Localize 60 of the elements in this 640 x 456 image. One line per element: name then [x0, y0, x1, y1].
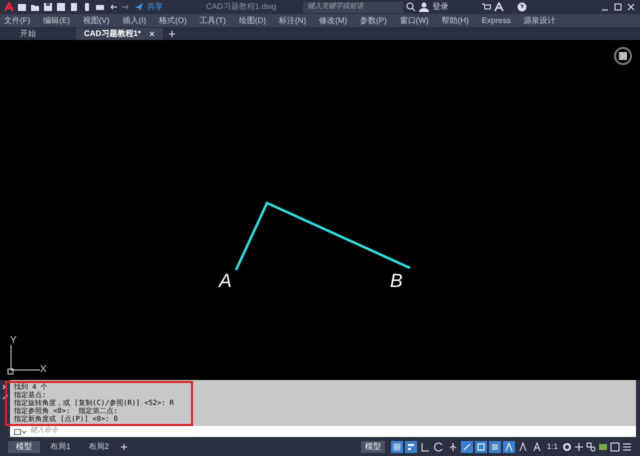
point-label: B [390, 270, 403, 294]
wrench-icon[interactable] [2, 394, 8, 400]
grid-icon[interactable] [390, 440, 403, 452]
snap-icon[interactable] [404, 440, 417, 452]
polar-icon[interactable] [432, 440, 445, 452]
scale-button[interactable]: 1:1 [544, 440, 560, 452]
menu-item[interactable]: 视图(V) [82, 14, 110, 26]
menu-item[interactable]: 文件(F) [4, 14, 30, 26]
menu-icon[interactable] [622, 442, 632, 452]
menu-item[interactable]: 编辑(E) [43, 14, 70, 26]
menu-item[interactable]: Express [482, 14, 511, 26]
a360-icon[interactable] [494, 2, 504, 12]
menu-item[interactable]: 标注(N) [279, 14, 306, 26]
add-layout-icon[interactable] [118, 442, 129, 452]
menu-item[interactable]: 插入(I) [122, 14, 146, 26]
tracking-icon[interactable] [474, 440, 487, 452]
menu-item[interactable]: 格式(O) [159, 14, 187, 26]
menu-item[interactable]: 绘图(D) [238, 14, 266, 26]
layout-tab[interactable]: 模型 [8, 440, 40, 452]
menu-item[interactable]: 工具(T) [200, 14, 226, 26]
prompt-icon[interactable] [14, 428, 26, 436]
undo-icon[interactable] [108, 2, 118, 12]
close-icon[interactable] [148, 31, 155, 37]
save-icon[interactable] [43, 2, 53, 12]
close-icon[interactable] [2, 384, 8, 390]
model-space-button[interactable]: 模型 [360, 440, 385, 452]
add-tab-icon[interactable] [166, 29, 177, 39]
document-tab[interactable]: 开始 [12, 28, 72, 40]
lineweight-icon[interactable] [488, 440, 501, 452]
menu-item[interactable]: 修改(M) [319, 14, 348, 26]
menu-item[interactable]: 帮助(H) [442, 14, 469, 26]
plus-icon[interactable] [574, 442, 584, 452]
isolate-icon[interactable] [586, 442, 596, 452]
axis-label: X [40, 363, 47, 377]
document-tab[interactable]: CAD习题教程1* [76, 28, 163, 40]
menu-item[interactable]: 参数(P) [360, 14, 387, 26]
open-folder-icon[interactable] [30, 2, 40, 12]
menu-item[interactable]: 源泉设计 [524, 14, 556, 26]
maximize-icon[interactable] [613, 2, 623, 12]
close-icon[interactable] [626, 2, 636, 12]
search-icon[interactable] [406, 2, 416, 12]
point-label: A [219, 270, 232, 294]
axis-label: Y [10, 334, 17, 348]
annotation-visibility-icon[interactable] [530, 440, 543, 452]
menu-item[interactable]: 窗口(W) [400, 14, 429, 26]
window-title: CAD习题教程1.dwg [206, 1, 276, 13]
ucs-axis-icon [8, 344, 40, 374]
hardware-icon[interactable] [598, 442, 608, 452]
cart-icon[interactable] [481, 2, 492, 12]
object-snap-icon[interactable] [460, 440, 473, 452]
login-button[interactable]: 登录 [432, 1, 448, 13]
view-cube-icon [614, 47, 632, 65]
layout-tab[interactable]: 布局1 [42, 440, 78, 452]
clean-screen-icon[interactable] [610, 442, 620, 452]
help-icon[interactable] [517, 2, 528, 12]
share-button[interactable]: 共享 [147, 1, 163, 13]
ortho-icon[interactable] [418, 440, 431, 452]
layout-tab[interactable]: 布局2 [80, 440, 117, 452]
share-icon[interactable] [134, 2, 144, 12]
user-icon[interactable] [419, 2, 430, 12]
